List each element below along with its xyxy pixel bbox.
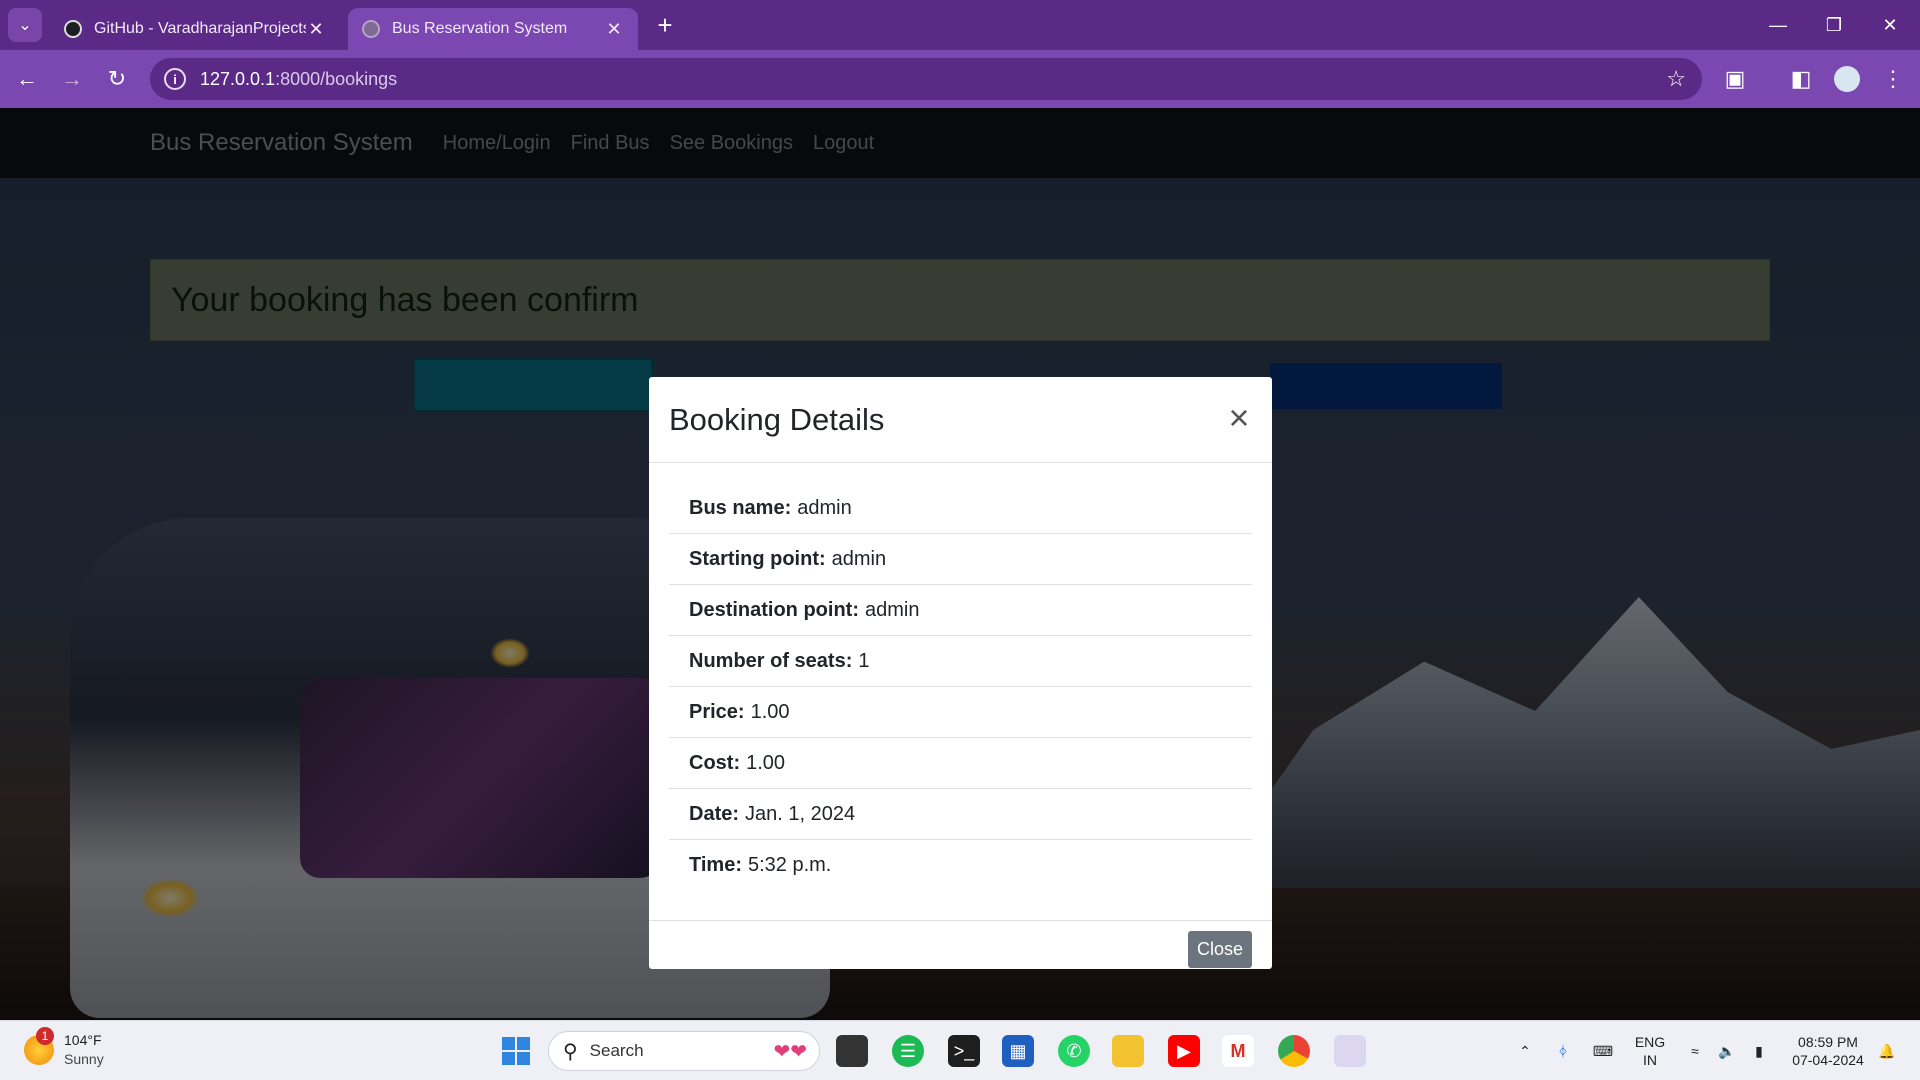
tab-bus-reservation[interactable]: Bus Reservation System ✕ bbox=[348, 8, 638, 50]
detail-cost: Cost: 1.00 bbox=[669, 738, 1252, 789]
battery-icon[interactable]: ▮ bbox=[1744, 1021, 1774, 1080]
close-tab-icon[interactable]: ✕ bbox=[604, 19, 624, 40]
wifi-icon[interactable]: ≈ bbox=[1680, 1021, 1710, 1080]
hearts-icon: ❤❤ bbox=[773, 1040, 807, 1063]
tab-search-button[interactable]: ⌄ bbox=[8, 8, 42, 42]
detail-label: Bus name: bbox=[689, 496, 792, 519]
modal-title: Booking Details bbox=[669, 401, 885, 437]
file-explorer-icon[interactable] bbox=[1112, 1035, 1144, 1067]
clock-date: 07-04-2024 bbox=[1792, 1052, 1864, 1068]
modal-header: Booking Details × bbox=[649, 377, 1272, 463]
terminal-icon[interactable]: >_ bbox=[948, 1035, 980, 1067]
windows-start-icon[interactable] bbox=[500, 1035, 532, 1067]
whatsapp-icon[interactable]: ✆ bbox=[1058, 1035, 1090, 1067]
close-window-icon[interactable]: ✕ bbox=[1862, 0, 1918, 50]
detail-label: Cost: bbox=[689, 751, 741, 774]
notification-badge: 1 bbox=[36, 1027, 54, 1045]
site-info-icon[interactable]: i bbox=[164, 68, 186, 90]
detail-value: 1 bbox=[858, 649, 870, 672]
detail-label: Time: bbox=[689, 854, 742, 876]
address-bar[interactable]: i 127.0.0.1:8000/bookings ☆ bbox=[150, 58, 1702, 100]
detail-price: Price: 1.00 bbox=[669, 687, 1252, 738]
detail-value: admin bbox=[797, 496, 852, 519]
detail-bus-name: Bus name: admin bbox=[669, 483, 1252, 534]
windows-taskbar: 1 104°F Sunny ⚲ Search ❤❤ ☰ >_ ▦ ✆ ▶ M ⌃… bbox=[0, 1020, 1920, 1080]
tab-title: GitHub - VaradharajanProjects/ bbox=[94, 20, 306, 37]
web-page: Bus Reservation System Home/Login Find B… bbox=[0, 108, 1920, 1020]
github-icon bbox=[64, 20, 82, 38]
booking-details-modal: Booking Details × Bus name: admin Startin… bbox=[649, 377, 1272, 969]
modal-body: Bus name: admin Starting point: admin Dest… bbox=[649, 463, 1272, 920]
detail-destination-point: Destination point: admin bbox=[669, 585, 1252, 636]
forward-icon[interactable]: → bbox=[55, 62, 89, 96]
detail-label: Price: bbox=[689, 700, 745, 723]
tab-github[interactable]: GitHub - VaradharajanProjects/ ✕ bbox=[50, 8, 340, 50]
search-icon: ⚲ bbox=[563, 1040, 578, 1063]
globe-icon bbox=[362, 20, 380, 38]
tab-title: Bus Reservation System bbox=[392, 20, 568, 37]
extensions-icon[interactable]: ▣ bbox=[1718, 62, 1752, 96]
detail-value: 1.00 bbox=[750, 700, 790, 723]
detail-label: Destination point: bbox=[689, 598, 859, 621]
search-placeholder: Search bbox=[589, 1041, 644, 1060]
url-host: 127.0.0.1 bbox=[200, 68, 276, 89]
close-button[interactable]: Close bbox=[1188, 931, 1252, 968]
detail-time: Time: 5:32 p.m. bbox=[669, 840, 1252, 891]
clock-time: 08:59 PM bbox=[1798, 1034, 1858, 1050]
show-hidden-icons-icon[interactable]: ⌃ bbox=[1510, 1021, 1540, 1080]
task-view-icon[interactable] bbox=[836, 1035, 868, 1067]
detail-label: Starting point: bbox=[689, 547, 826, 570]
url-path: :8000/bookings bbox=[275, 68, 398, 89]
weather-widget[interactable]: 1 104°F Sunny bbox=[24, 1027, 104, 1069]
bluetooth-icon[interactable]: ᛄ bbox=[1548, 1021, 1578, 1080]
weather-temp: 104°F bbox=[64, 1032, 102, 1048]
chrome-profile-icon[interactable] bbox=[1334, 1035, 1366, 1067]
new-tab-button[interactable]: + bbox=[650, 10, 680, 40]
detail-value: Jan. 1, 2024 bbox=[745, 802, 856, 825]
chrome-icon[interactable] bbox=[1278, 1035, 1310, 1067]
menu-dots-icon[interactable]: ⋮ bbox=[1876, 62, 1910, 96]
detail-number-of-seats: Number of seats: 1 bbox=[669, 636, 1252, 687]
clock[interactable]: 08:59 PM 07-04-2024 bbox=[1782, 1021, 1874, 1080]
detail-date: Date: Jan. 1, 2024 bbox=[669, 789, 1252, 840]
browser-tab-bar: ⌄ GitHub - VaradharajanProjects/ ✕ Bus R… bbox=[0, 0, 1920, 50]
volume-icon[interactable]: 🔈 bbox=[1712, 1021, 1742, 1080]
bookmark-star-icon[interactable]: ☆ bbox=[1666, 66, 1686, 92]
sun-icon: 1 bbox=[24, 1027, 54, 1065]
taskbar-search[interactable]: ⚲ Search ❤❤ bbox=[548, 1031, 820, 1071]
chevron-down-icon: ⌄ bbox=[18, 17, 32, 34]
detail-label: Date: bbox=[689, 802, 740, 825]
notifications-bell-icon[interactable]: 🔔 bbox=[1872, 1021, 1902, 1080]
booking-detail-list: Bus name: admin Starting point: admin Dest… bbox=[669, 483, 1252, 891]
store-icon[interactable]: ▦ bbox=[1002, 1035, 1034, 1067]
browser-toolbar: ← → ↻ i 127.0.0.1:8000/bookings ☆ ▣ ◧ ⋮ bbox=[0, 50, 1920, 108]
lang-bottom: IN bbox=[1643, 1052, 1657, 1068]
detail-value: 5:32 p.m. bbox=[747, 854, 832, 876]
spotify-icon[interactable]: ☰ bbox=[892, 1035, 924, 1067]
weather-text: 104°F Sunny bbox=[64, 1031, 104, 1069]
weather-desc: Sunny bbox=[64, 1051, 104, 1067]
close-icon[interactable]: × bbox=[1222, 400, 1256, 437]
minimize-icon[interactable]: — bbox=[1750, 0, 1806, 50]
profile-avatar[interactable] bbox=[1830, 62, 1864, 96]
youtube-icon[interactable]: ▶ bbox=[1168, 1035, 1200, 1067]
close-tab-icon[interactable]: ✕ bbox=[306, 19, 326, 40]
language-indicator[interactable]: ENG IN bbox=[1628, 1021, 1672, 1080]
back-icon[interactable]: ← bbox=[10, 62, 44, 96]
detail-label: Number of seats: bbox=[689, 649, 853, 672]
detail-value: admin bbox=[831, 547, 887, 570]
lang-top: ENG bbox=[1634, 1034, 1666, 1050]
restore-icon[interactable]: ❐ bbox=[1806, 0, 1862, 50]
detail-value: admin bbox=[864, 598, 920, 621]
detail-value: 1.00 bbox=[746, 751, 786, 774]
gmail-icon[interactable]: M bbox=[1222, 1035, 1254, 1067]
side-panel-icon[interactable]: ◧ bbox=[1784, 62, 1818, 96]
keyboard-icon[interactable]: ⌨ bbox=[1588, 1021, 1618, 1080]
reload-icon[interactable]: ↻ bbox=[100, 62, 134, 96]
detail-starting-point: Starting point: admin bbox=[669, 534, 1252, 585]
avatar-icon bbox=[1834, 66, 1860, 92]
modal-footer: Close bbox=[649, 920, 1272, 969]
